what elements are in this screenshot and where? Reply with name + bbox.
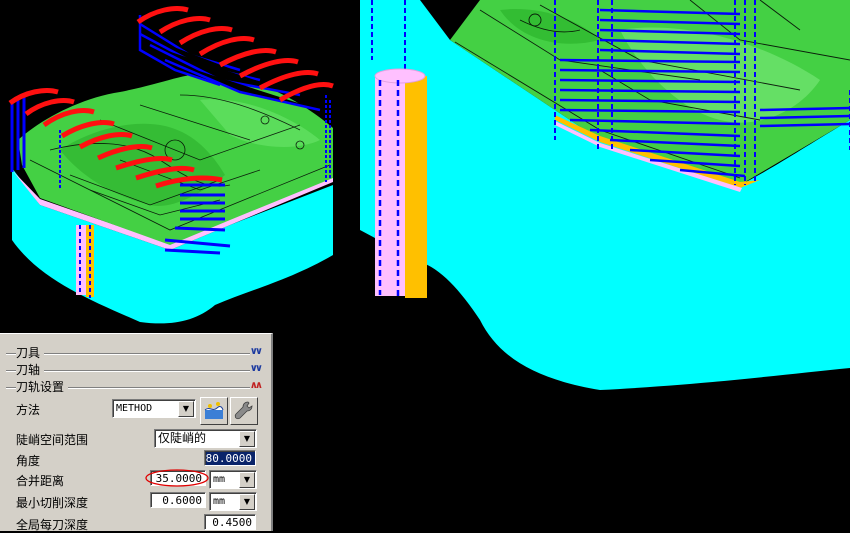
steep-range-select[interactable]: 仅陡峭的 ▼ (154, 429, 257, 448)
global-depth-input[interactable]: 0.4500 (204, 514, 256, 530)
method-label: 方法 (16, 403, 41, 417)
cutting-tool (374, 68, 427, 298)
steep-range-value: 仅陡峭的 (158, 431, 207, 445)
wrench-icon (234, 401, 253, 420)
steep-range-label: 陡峭空间范围 (16, 433, 89, 447)
method-select[interactable]: METHOD ▼ (112, 399, 196, 418)
group-axis-title: 刀轴 (16, 363, 45, 377)
chevron-down-icon[interactable]: ▼ (178, 401, 194, 417)
chevron-down-icon[interactable]: ▼ (239, 494, 255, 510)
angle-input[interactable]: 80.0000 (204, 450, 256, 466)
min-cut-depth-unit-select[interactable]: mm ▼ (209, 492, 257, 511)
merge-distance-label: 合并距离 (16, 474, 65, 488)
group-path-settings-header[interactable]: 刀轨设置 ∧∧ (6, 380, 264, 394)
merge-distance-unit: mm (213, 474, 226, 485)
group-axis-header[interactable]: 刀轴 ∨∨ (6, 363, 264, 377)
method-edit-button[interactable] (200, 397, 228, 425)
left-isometric-view (8, 6, 334, 324)
angle-label: 角度 (16, 454, 41, 468)
min-cut-depth-input[interactable]: 0.6000 (150, 492, 206, 508)
min-cut-depth-label: 最小切削深度 (16, 496, 89, 510)
min-cut-depth-unit: mm (213, 496, 226, 507)
operation-dialog-panel: 刀具 ∨∨ 刀轴 ∨∨ 刀轨设置 ∧∧ 方法 METHOD ▼ 陡峭空间范围 仅… (0, 333, 273, 532)
merge-distance-unit-select[interactable]: mm ▼ (209, 470, 257, 489)
group-tool-header[interactable]: 刀具 ∨∨ (6, 346, 264, 360)
double-chevron-down-icon[interactable]: ∨∨ (250, 362, 263, 376)
method-settings-button[interactable] (230, 397, 258, 425)
chevron-down-icon[interactable]: ▼ (239, 472, 255, 488)
double-chevron-up-icon[interactable]: ∧∧ (250, 379, 263, 393)
group-tool-title: 刀具 (16, 346, 45, 360)
double-chevron-down-icon[interactable]: ∨∨ (250, 345, 263, 359)
method-edit-icon (204, 402, 224, 419)
red-highlight-ellipse (145, 469, 209, 487)
group-path-settings-title: 刀轨设置 (16, 380, 69, 394)
right-zoomed-view (360, 0, 850, 390)
chevron-down-icon[interactable]: ▼ (239, 431, 255, 447)
method-value: METHOD (116, 403, 153, 414)
global-depth-label: 全局每刀深度 (16, 518, 89, 532)
